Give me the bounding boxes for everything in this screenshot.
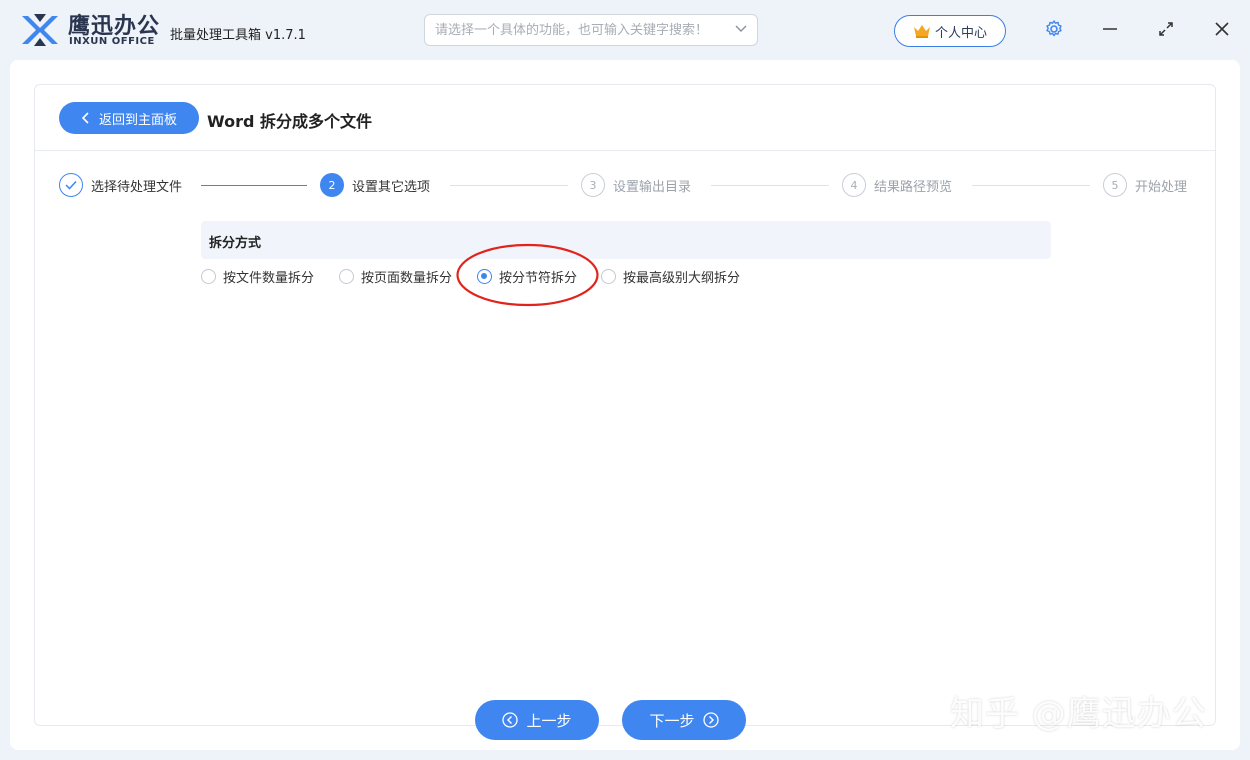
radio-split-by-page-count[interactable]: 按页面数量拆分: [339, 267, 452, 286]
next-step-button[interactable]: 下一步: [622, 700, 746, 740]
watermark: 知乎 @鹰迅办公: [950, 694, 1207, 734]
user-center-label: 个人中心: [934, 25, 987, 41]
user-center-button[interactable]: 个人中心: [894, 15, 1006, 47]
chevron-left-icon: [81, 112, 89, 124]
radio-split-by-section-break[interactable]: 按分节符拆分: [477, 267, 577, 286]
chevron-down-icon[interactable]: [734, 21, 748, 37]
previous-step-button[interactable]: 上一步: [475, 700, 599, 740]
close-icon[interactable]: [1211, 18, 1233, 40]
radio-button[interactable]: [601, 269, 616, 284]
split-method-options: 按文件数量拆分 按页面数量拆分 按分节符拆分 按最高级别大纲拆分: [201, 267, 1051, 287]
radio-button[interactable]: [339, 269, 354, 284]
brand-name-en: INXUN OFFICE: [69, 36, 155, 47]
radio-label: 按分节符拆分: [499, 271, 578, 286]
check-icon: [65, 180, 77, 190]
step-connector: [711, 185, 829, 186]
step-connector: [450, 185, 568, 186]
card-header: 返回到主面板 Word 拆分成多个文件: [35, 85, 1215, 151]
split-method-title: 拆分方式: [209, 236, 262, 251]
content-card: 返回到主面板 Word 拆分成多个文件 选择待处理文件 2 设置其它选项 3 设…: [34, 84, 1216, 726]
previous-step-label: 上一步: [526, 711, 572, 730]
crown-icon: [913, 25, 930, 38]
radio-label: 按页面数量拆分: [361, 271, 453, 286]
split-method-header: 拆分方式: [201, 221, 1051, 259]
back-to-main-button[interactable]: 返回到主面板: [59, 102, 199, 134]
step-3-label: 设置输出目录: [613, 180, 692, 195]
main-panel: 返回到主面板 Word 拆分成多个文件 选择待处理文件 2 设置其它选项 3 设…: [10, 60, 1240, 750]
search-input[interactable]: [424, 14, 758, 46]
minimize-icon[interactable]: [1099, 18, 1121, 40]
step-3-number: 3: [581, 173, 605, 197]
step-2-number: 2: [320, 173, 344, 197]
radio-label: 按最高级别大纲拆分: [623, 271, 741, 286]
gear-icon[interactable]: [1043, 18, 1065, 40]
radio-button[interactable]: [201, 269, 216, 284]
title-bar: 鹰迅办公 INXUN OFFICE 批量处理工具箱 v1.7.1 个人中心: [0, 0, 1250, 60]
prev-circle-icon: [502, 712, 519, 728]
step-1-label: 选择待处理文件: [91, 180, 183, 195]
step-2-label: 设置其它选项: [352, 180, 431, 195]
step-5-number: 5: [1103, 173, 1127, 197]
step-4-number: 4: [842, 173, 866, 197]
step-1-check-icon: [59, 173, 83, 197]
step-progress: 选择待处理文件 2 设置其它选项 3 设置输出目录 4 结果路径预览 5 开始处…: [35, 173, 1215, 199]
radio-label: 按文件数量拆分: [223, 271, 315, 286]
app-title: 批量处理工具箱 v1.7.1: [170, 28, 306, 43]
step-4-label: 结果路径预览: [874, 180, 953, 195]
radio-split-by-file-count[interactable]: 按文件数量拆分: [201, 267, 314, 286]
next-circle-icon: [702, 712, 719, 728]
radio-button[interactable]: [477, 269, 492, 284]
next-step-label: 下一步: [649, 711, 695, 730]
page-title: Word 拆分成多个文件: [207, 112, 372, 131]
step-connector: [201, 185, 307, 186]
back-button-label: 返回到主面板: [98, 112, 177, 128]
logo-x-icon: [22, 14, 58, 46]
radio-split-by-top-outline[interactable]: 按最高级别大纲拆分: [601, 267, 740, 286]
maximize-icon[interactable]: [1155, 18, 1177, 40]
step-connector: [972, 185, 1090, 186]
step-5-label: 开始处理: [1135, 180, 1188, 195]
